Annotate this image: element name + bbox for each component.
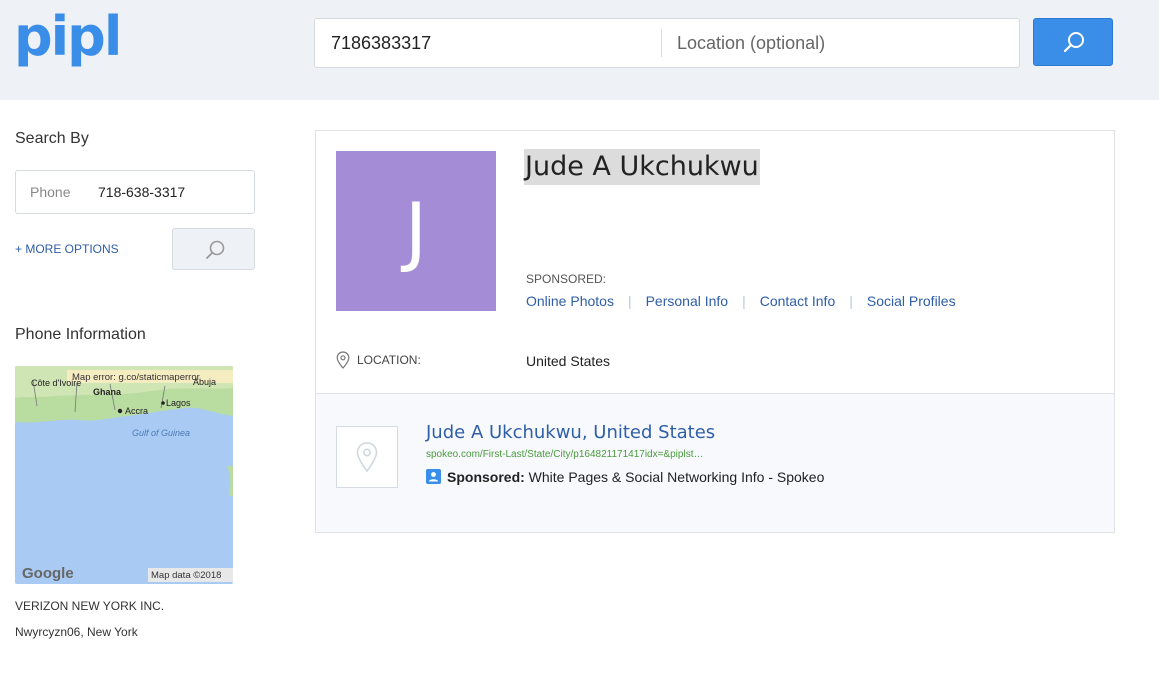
- pipl-logo[interactable]: pipl: [14, 2, 122, 72]
- sponsored-ad: Jude A Ukchukwu, United States spokeo.co…: [316, 393, 1114, 532]
- location-pin-icon: [336, 351, 350, 369]
- link-social-profiles[interactable]: Social Profiles: [867, 293, 956, 309]
- ad-description: Sponsored: White Pages & Social Networki…: [426, 469, 824, 485]
- google-logo: Google: [22, 565, 74, 582]
- map-label-accra: Accra: [125, 406, 148, 416]
- result-card: J Jude A Ukchukwu SPONSORED: Online Phot…: [315, 130, 1115, 533]
- ad-sponsored-label: Sponsored:: [447, 469, 525, 485]
- carrier-location: Nwyrcyzn06, New York: [15, 625, 138, 639]
- map-label-ghana: Ghana: [93, 387, 122, 397]
- location-value: United States: [526, 353, 611, 369]
- search-icon: [206, 240, 225, 259]
- phone-field-label: Phone: [30, 184, 71, 200]
- link-separator: |: [627, 293, 632, 309]
- link-personal-info[interactable]: Personal Info: [646, 293, 729, 309]
- map-label-cote: Côte d'Ivoire: [31, 378, 81, 388]
- map-attribution: Map data ©2018: [151, 570, 221, 581]
- sidebar-search-button[interactable]: [172, 228, 255, 270]
- map-error-text: Map error: g.co/staticmaperror: [72, 372, 200, 383]
- ad-thumbnail[interactable]: [336, 426, 398, 488]
- search-icon: [1063, 32, 1084, 53]
- location-pin-icon: [356, 442, 378, 473]
- phone-information-title: Phone Information: [15, 326, 146, 343]
- ad-url[interactable]: spokeo.com/First-Last/State/City/p164821…: [426, 449, 703, 460]
- link-online-photos[interactable]: Online Photos: [526, 293, 614, 309]
- avatar: J: [336, 151, 496, 311]
- map-label-abuja: Abuja: [193, 377, 216, 387]
- sponsored-person-icon: [426, 469, 441, 484]
- search-input[interactable]: 7186383317: [331, 19, 661, 67]
- sponsored-links: Online Photos | Personal Info | Contact Info…: [526, 293, 956, 309]
- carrier-name: VERIZON NEW YORK INC.: [15, 599, 165, 613]
- ad-title-link[interactable]: Jude A Ukchukwu, United States: [426, 422, 715, 443]
- search-divider: [661, 29, 662, 57]
- ad-description-text: White Pages & Social Networking Info - S…: [528, 469, 825, 485]
- search-by-title: Search By: [15, 130, 89, 147]
- map-label-gulf: Gulf of Guinea: [132, 428, 190, 438]
- map-graphic: Map error: g.co/staticmaperror Côte d'Iv…: [15, 366, 233, 582]
- search-box: 7186383317 Location (optional): [314, 18, 1020, 68]
- person-name[interactable]: Jude A Ukchukwu: [524, 149, 760, 185]
- header: pipl 7186383317 Location (optional): [0, 0, 1159, 100]
- location-input[interactable]: Location (optional): [677, 19, 1007, 67]
- more-options-link[interactable]: + MORE OPTIONS: [15, 242, 119, 256]
- location-map: Map error: g.co/staticmaperror Côte d'Iv…: [15, 366, 233, 584]
- location-label: LOCATION:: [357, 353, 421, 367]
- phone-field-value[interactable]: 718-638-3317: [98, 184, 185, 200]
- search-button[interactable]: [1033, 18, 1113, 66]
- link-separator: |: [849, 293, 853, 309]
- phone-field[interactable]: Phone 718-638-3317: [15, 170, 255, 214]
- link-separator: |: [742, 293, 746, 309]
- link-contact-info[interactable]: Contact Info: [760, 293, 836, 309]
- sponsored-label: SPONSORED:: [526, 272, 607, 286]
- location-row: LOCATION: United States: [336, 349, 1096, 373]
- map-label-lagos: Lagos: [166, 398, 191, 408]
